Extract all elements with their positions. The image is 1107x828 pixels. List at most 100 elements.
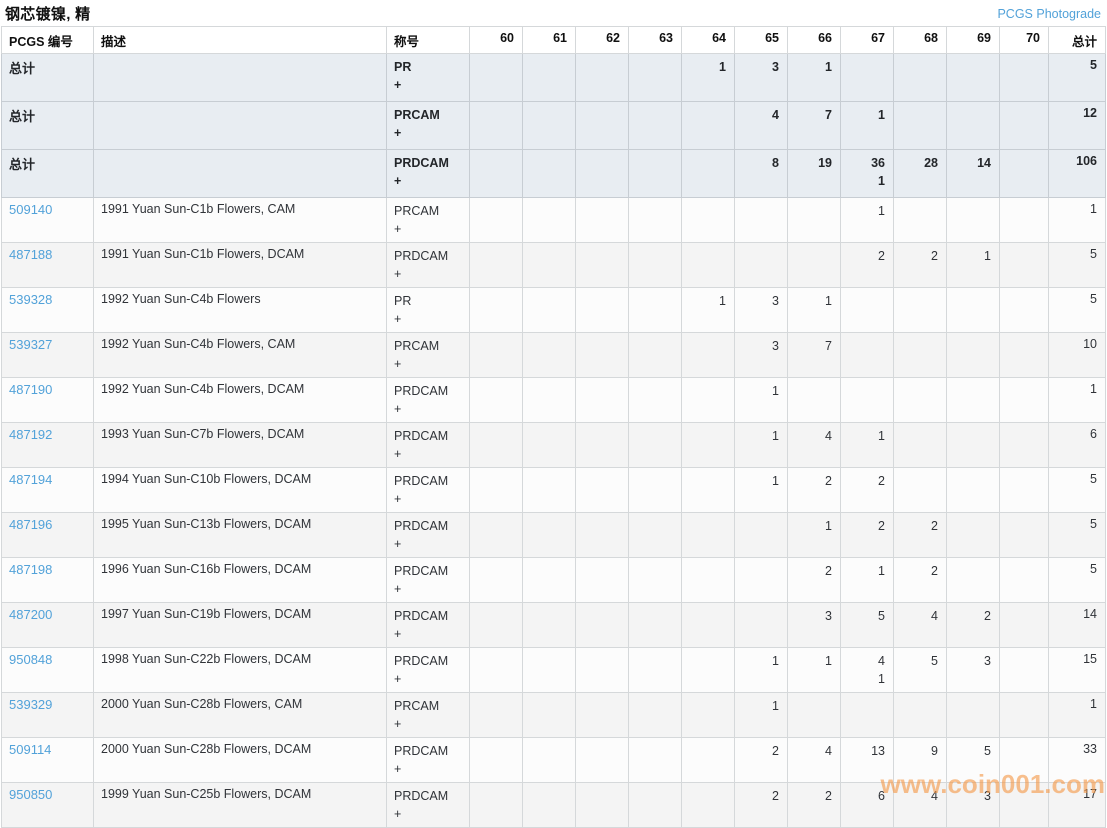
grade-cell-64	[681, 422, 735, 468]
grade-cell-63	[628, 332, 682, 378]
pcgs-number-link[interactable]: 487194	[9, 472, 52, 487]
column-header-grade-69: 69	[946, 26, 1000, 54]
grade-cell-61	[522, 737, 576, 783]
pcgs-number-link[interactable]: 539328	[9, 292, 52, 307]
grade-cell-62	[575, 467, 629, 513]
grade-cell-62	[575, 101, 629, 150]
grade-cell-63	[628, 287, 682, 333]
grade-cell-68: 2	[893, 512, 947, 558]
grade-cell-61	[522, 149, 576, 198]
grade-cell-63	[628, 692, 682, 738]
designation-cell: PRDCAM +	[386, 512, 470, 558]
grade-cell-61	[522, 101, 576, 150]
pcgs-number-link[interactable]: 539329	[9, 697, 52, 712]
grade-cell-67: 1	[840, 422, 894, 468]
grade-cell-65	[734, 512, 788, 558]
pcgs-number-link[interactable]: 950850	[9, 787, 52, 802]
grade-cell-62	[575, 53, 629, 102]
grade-cell-66: 2	[787, 467, 841, 513]
grade-cell-68	[893, 101, 947, 150]
designation-cell: PRDCAM +	[386, 557, 470, 603]
description-cell: 1997 Yuan Sun-C19b Flowers, DCAM	[93, 602, 387, 648]
pcgs-number-link[interactable]: 509140	[9, 202, 52, 217]
grade-cell-63	[628, 602, 682, 648]
grade-cell-68: 2	[893, 557, 947, 603]
grade-cell-66: 1	[787, 287, 841, 333]
pcgs-number-link[interactable]: 509114	[9, 742, 51, 757]
table-row: 487188 1991 Yuan Sun-C1b Flowers, DCAM PRD…	[1, 242, 1106, 288]
grade-cell-69	[946, 512, 1000, 558]
total-cell: 12	[1048, 101, 1106, 150]
pcgs-number-link[interactable]: 487188	[9, 247, 52, 262]
total-cell: 5	[1048, 287, 1106, 333]
grade-cell-61	[522, 197, 576, 243]
grade-cell-65: 1	[734, 692, 788, 738]
pcgs-number-link[interactable]: 487200	[9, 607, 52, 622]
grade-cell-69	[946, 377, 1000, 423]
grade-cell-70	[999, 602, 1049, 648]
table-row: 487192 1993 Yuan Sun-C7b Flowers, DCAM PRD…	[1, 422, 1106, 468]
grade-cell-60	[469, 377, 523, 423]
grade-cell-64	[681, 332, 735, 378]
description-cell: 1992 Yuan Sun-C4b Flowers, CAM	[93, 332, 387, 378]
grade-cell-62	[575, 242, 629, 288]
description-cell: 1991 Yuan Sun-C1b Flowers, DCAM	[93, 242, 387, 288]
grade-cell-64	[681, 737, 735, 783]
description-cell: 2000 Yuan Sun-C28b Flowers, CAM	[93, 692, 387, 738]
grade-cell-66: 2	[787, 557, 841, 603]
grade-cell-63	[628, 242, 682, 288]
total-cell: 106	[1048, 149, 1106, 198]
table-row: 539328 1992 Yuan Sun-C4b Flowers PR + 1 3 1 5	[1, 287, 1106, 333]
total-cell: 14	[1048, 602, 1106, 648]
grade-cell-70	[999, 149, 1049, 198]
designation-cell: PR +	[386, 53, 470, 102]
grade-cell-70	[999, 101, 1049, 150]
table-row: 487198 1996 Yuan Sun-C16b Flowers, DCAM PR…	[1, 557, 1106, 603]
grade-cell-70	[999, 197, 1049, 243]
grade-cell-65: 8	[734, 149, 788, 198]
grade-cell-64	[681, 602, 735, 648]
pcgs-number-link[interactable]: 487192	[9, 427, 52, 442]
grade-cell-66: 7	[787, 101, 841, 150]
pcgs-number-link[interactable]: 487190	[9, 382, 52, 397]
total-cell: 6	[1048, 422, 1106, 468]
pcgs-number-link[interactable]: 950848	[9, 652, 52, 667]
grade-cell-70	[999, 53, 1049, 102]
grade-cell-70	[999, 287, 1049, 333]
table-row: 487194 1994 Yuan Sun-C10b Flowers, DCAM PR…	[1, 467, 1106, 513]
grade-cell-61	[522, 377, 576, 423]
grade-cell-66: 1	[787, 53, 841, 102]
pcgs-photograde-link[interactable]: PCGS Photograde	[997, 7, 1101, 21]
grade-cell-60	[469, 242, 523, 288]
pcgs-number-link[interactable]: 539327	[9, 337, 52, 352]
grade-cell-70	[999, 422, 1049, 468]
grade-cell-60	[469, 692, 523, 738]
grade-cell-64	[681, 512, 735, 558]
description-cell	[93, 101, 387, 150]
total-cell: 5	[1048, 53, 1106, 102]
total-cell: 10	[1048, 332, 1106, 378]
grade-cell-63	[628, 512, 682, 558]
pcgs-number-cell: 509114	[1, 737, 94, 783]
grade-cell-61	[522, 242, 576, 288]
grade-cell-66: 19	[787, 149, 841, 198]
column-header-grade-70: 70	[999, 26, 1049, 54]
grade-cell-64	[681, 242, 735, 288]
pcgs-number-cell: 487200	[1, 602, 94, 648]
grade-cell-69: 5	[946, 737, 1000, 783]
designation-cell: PRDCAM +	[386, 467, 470, 513]
grade-cell-63	[628, 647, 682, 693]
pcgs-number-link[interactable]: 487196	[9, 517, 52, 532]
grade-cell-65: 3	[734, 332, 788, 378]
grade-cell-62	[575, 149, 629, 198]
grade-cell-69: 1	[946, 242, 1000, 288]
grade-cell-69	[946, 692, 1000, 738]
table-row: 509140 1991 Yuan Sun-C1b Flowers, CAM PRCA…	[1, 197, 1106, 243]
description-cell: 1992 Yuan Sun-C4b Flowers, DCAM	[93, 377, 387, 423]
grade-cell-62	[575, 422, 629, 468]
grade-cell-62	[575, 332, 629, 378]
pcgs-number-link[interactable]: 487198	[9, 562, 52, 577]
grade-cell-61	[522, 602, 576, 648]
grade-cell-68: 4	[893, 602, 947, 648]
total-cell: 5	[1048, 557, 1106, 603]
